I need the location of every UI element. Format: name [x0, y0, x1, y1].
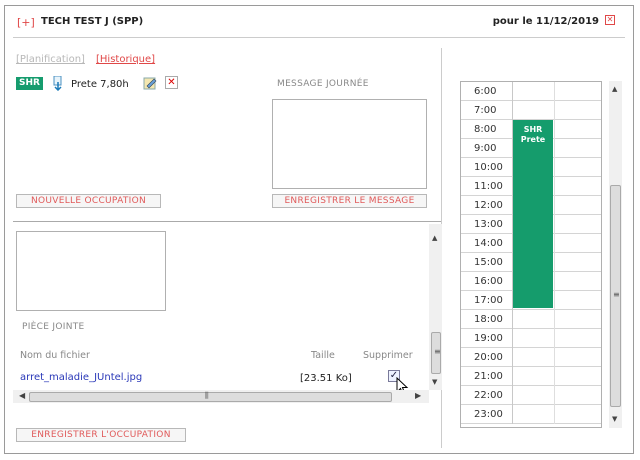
calendar-hour-row[interactable]: 21:00	[461, 367, 601, 386]
attachment-scroll-area[interactable]: PIÈCE JOINTE Nom du fichier Taille Suppr…	[13, 224, 442, 408]
attachment-file-link[interactable]: arret_maladie_JUntel.jpg	[20, 372, 142, 383]
attachment-file-size: [23.51 Ko]	[300, 373, 352, 384]
calendar-hour-label: 7:00	[461, 101, 513, 120]
calendar-slot[interactable]	[513, 82, 555, 101]
column-header-name: Nom du fichier	[20, 350, 90, 361]
panel-header: [+] TECH TEST J (SPP) pour le 11/12/2019…	[5, 6, 633, 38]
calendar-hour-label: 12:00	[461, 196, 513, 215]
scroll-right-arrow-icon[interactable]: ▶	[415, 391, 421, 400]
historique-link[interactable]: [Historique]	[96, 54, 155, 65]
scroll-down-arrow-icon[interactable]: ▼	[612, 415, 617, 423]
calendar-hour-label: 9:00	[461, 139, 513, 158]
event-title: SHR	[523, 125, 543, 134]
calendar-hour-label: 20:00	[461, 348, 513, 367]
calendar-hour-label: 11:00	[461, 177, 513, 196]
save-occupation-button[interactable]: ENREGISTRER L'OCCUPATION	[16, 428, 186, 442]
message-textarea[interactable]	[272, 99, 427, 189]
calendar-hour-label: 17:00	[461, 291, 513, 310]
calendar-hour-row[interactable]: 18:00	[461, 310, 601, 329]
calendar-event[interactable]: SHR Prete	[513, 120, 553, 308]
scroll-down-arrow-icon[interactable]: ▼	[432, 378, 437, 386]
calendar-hour-row[interactable]: 7:00	[461, 101, 601, 120]
expand-toggle[interactable]: [+]	[17, 16, 35, 29]
calendar-slot[interactable]	[513, 329, 555, 348]
scroll-left-arrow-icon[interactable]: ◀	[19, 391, 25, 400]
event-status: Prete	[520, 135, 546, 144]
calendar-hour-row[interactable]: 23:00	[461, 405, 601, 424]
scroll-up-arrow-icon[interactable]: ▲	[432, 234, 437, 242]
calendar-scroll-thumb[interactable]: ≡	[610, 185, 621, 407]
calendar-hour-label: 18:00	[461, 310, 513, 329]
calendar-hour-label: 23:00	[461, 405, 513, 424]
grip-icon: ≡	[434, 347, 441, 356]
close-icon[interactable]: ✕	[605, 15, 615, 25]
day-calendar[interactable]: 6:00 7:00 8:00 9:00 10:00 11:00 12:00 13:00 14:0…	[460, 81, 602, 428]
calendar-hour-row[interactable]: 19:00	[461, 329, 601, 348]
header-divider	[13, 37, 625, 38]
edit-icon[interactable]	[143, 76, 157, 90]
scroll-thumb[interactable]: ≡	[431, 332, 441, 374]
save-message-button[interactable]: ENREGISTRER LE MESSAGE	[272, 194, 427, 208]
attachment-section-label: PIÈCE JOINTE	[22, 322, 85, 332]
calendar-hour-label: 6:00	[461, 82, 513, 101]
occupation-panel: [+] TECH TEST J (SPP) pour le 11/12/2019…	[4, 5, 634, 454]
panel-title: TECH TEST J (SPP)	[41, 16, 144, 27]
horizontal-scrollbar[interactable]: ◀ ⫼ ▶	[13, 390, 429, 403]
message-label: MESSAGE JOURNÉE	[277, 79, 369, 89]
calendar-hour-label: 19:00	[461, 329, 513, 348]
scroll-up-arrow-icon[interactable]: ▲	[612, 85, 617, 93]
new-occupation-button[interactable]: NOUVELLE OCCUPATION	[16, 194, 161, 208]
calendar-hour-row[interactable]: 20:00	[461, 348, 601, 367]
attachment-drop-icon	[53, 76, 62, 91]
calendar-hour-label: 14:00	[461, 234, 513, 253]
calendar-hour-label: 8:00	[461, 120, 513, 139]
occupation-badge: SHR	[16, 77, 43, 90]
column-header-delete: Supprimer	[363, 350, 413, 361]
occupation-status: Prete 7,80h	[71, 79, 129, 90]
grip-icon: ⫼	[205, 391, 209, 400]
calendar-slot[interactable]	[513, 405, 555, 424]
calendar-slot[interactable]	[513, 348, 555, 367]
calendar-hour-label: 21:00	[461, 367, 513, 386]
date-label: pour le 11/12/2019	[492, 16, 599, 27]
vertical-scrollbar[interactable]: ▲ ≡ ▼	[429, 224, 442, 390]
calendar-slot[interactable]	[513, 310, 555, 329]
calendar-hour-label: 16:00	[461, 272, 513, 291]
calendar-hour-label: 10:00	[461, 158, 513, 177]
grip-icon: ≡	[613, 290, 620, 299]
calendar-hour-label: 22:00	[461, 386, 513, 405]
scroll-thumb-horizontal[interactable]: ⫼	[29, 391, 392, 402]
calendar-hour-row[interactable]: 22:00	[461, 386, 601, 405]
calendar-slot[interactable]	[513, 101, 555, 120]
calendar-hour-row[interactable]: 6:00	[461, 82, 601, 101]
section-divider	[13, 221, 441, 222]
calendar-slot[interactable]	[513, 386, 555, 405]
delete-icon[interactable]: ✕	[165, 76, 178, 89]
column-header-size: Taille	[311, 350, 335, 361]
planification-link[interactable]: [Planification]	[16, 54, 85, 65]
calendar-hour-label: 13:00	[461, 215, 513, 234]
attachment-preview	[16, 231, 166, 311]
calendar-scrollbar[interactable]: ▲ ≡ ▼	[609, 81, 622, 428]
calendar-slot[interactable]	[513, 367, 555, 386]
calendar-hour-label: 15:00	[461, 253, 513, 272]
